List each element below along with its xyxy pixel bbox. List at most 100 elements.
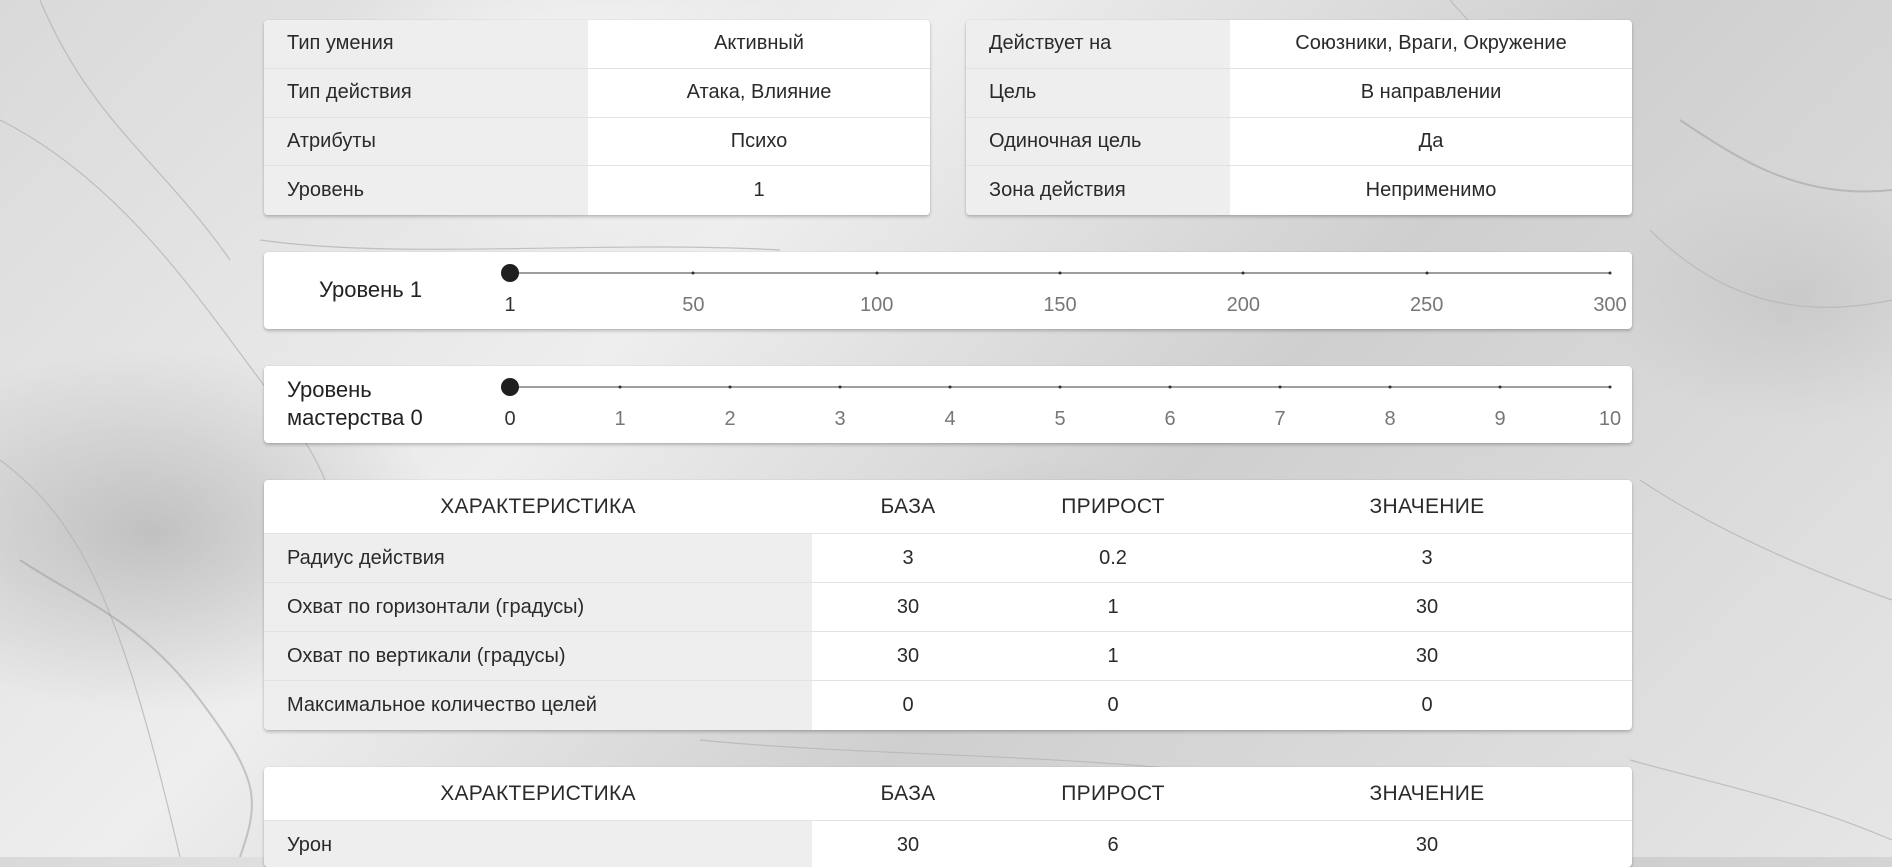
slider-tick-label: 100 [859,294,894,316]
slider-tick [1608,271,1612,275]
header-growth: ПРИРОСТ [1061,781,1165,805]
slider-tick-label: 3 [834,408,846,430]
header-base: БАЗА [880,781,936,805]
skill-type-row: Тип умения Активный [264,20,930,69]
stats-table-2: ХАРАКТЕРИСТИКА БАЗА ПРИРОСТ ЗНАЧЕНИЕ Уро… [264,767,1632,867]
slider-tick [1058,271,1062,275]
slider-tick-label: 7 [1274,408,1286,430]
header-value: ЗНАЧЕНИЕ [1369,781,1485,805]
stat-value: 30 [1415,595,1439,618]
stats-table-2-header: ХАРАКТЕРИСТИКА БАЗА ПРИРОСТ ЗНАЧЕНИЕ [264,767,1632,821]
stat-name: Максимальное количество целей [264,681,812,730]
stats-table-1: ХАРАКТЕРИСТИКА БАЗА ПРИРОСТ ЗНАЧЕНИЕ Рад… [264,480,1632,730]
stat-name: Охват по вертикали (градусы) [264,632,812,680]
slider-tick [1608,385,1612,389]
stat-value: 30 [1415,644,1439,667]
slider-tick [1168,385,1172,389]
level-label: Уровень [264,166,588,215]
stat-base: 30 [896,644,920,667]
slider-tick-label: 4 [944,408,956,430]
area-value: Неприменимо [1365,179,1497,202]
single-target-row: Одиночная цель Да [966,117,1632,167]
slider-tick [691,271,695,275]
level-row: Уровень 1 [264,166,930,215]
target-info-card: Действует на Союзники, Враги, Окружение … [966,20,1632,215]
attributes-row: Атрибуты Психо [264,117,930,167]
stat-base: 3 [902,546,914,569]
table-row: Радиус действия 3 0.2 3 [264,534,1632,583]
level-slider-label: Уровень 1 [319,277,423,302]
table-row: Урон 30 6 30 [264,821,1632,867]
slider-tick [728,385,732,389]
stat-name: Радиус действия [264,534,812,582]
single-target-value: Да [1418,129,1444,152]
slider-tick-label: 1 [504,294,516,316]
header-characteristic: ХАРАКТЕРИСТИКА [440,781,636,805]
affects-row: Действует на Союзники, Враги, Окружение [966,20,1632,69]
header-value: ЗНАЧЕНИЕ [1369,494,1485,518]
stat-base: 30 [896,595,920,618]
slider-tick-label: 9 [1494,408,1506,430]
slider-tick-label: 1 [614,408,626,430]
slider-tick-label: 6 [1164,408,1176,430]
action-type-value: Атака, Влияние [686,81,832,104]
stat-value: 3 [1421,546,1433,569]
slider-tick-label: 8 [1384,408,1396,430]
table-row: Охват по вертикали (градусы) 30 1 30 [264,632,1632,681]
skill-type-value: Активный [714,32,804,55]
stat-base: 30 [896,834,920,856]
table-row: Охват по горизонтали (градусы) 30 1 30 [264,583,1632,632]
stat-value: 30 [1415,834,1439,856]
stat-growth: 1 [1107,644,1119,667]
header-characteristic: ХАРАКТЕРИСТИКА [440,494,636,518]
skill-info-card: Тип умения Активный Тип действия Атака, … [264,20,930,215]
single-target-label: Одиночная цель [966,117,1230,166]
slider-tick-label: 2 [724,408,736,430]
mastery-label-line1: Уровень [287,377,372,402]
slider-tick [838,385,842,389]
slider-tick [1278,385,1282,389]
mastery-slider-card: Уровень мастерства 0 0 1 2 3 4 5 6 7 8 9 10 [264,366,1632,443]
stat-name: Урон [264,821,812,867]
target-value: В направлении [1360,81,1502,104]
stat-name: Охват по горизонтали (градусы) [264,583,812,631]
mastery-slider-label: Уровень мастерства 0 [287,376,423,432]
header-growth: ПРИРОСТ [1061,494,1165,518]
attributes-label: Атрибуты [264,117,588,166]
stat-value: 0 [1421,694,1433,716]
skill-type-label: Тип умения [264,20,588,68]
stat-growth: 0.2 [1099,546,1127,569]
slider-tick [1498,385,1502,389]
mastery-slider-thumb[interactable] [501,378,519,396]
target-row: Цель В направлении [966,68,1632,118]
area-row: Зона действия Неприменимо [966,166,1632,215]
affects-label: Действует на [966,20,1230,68]
action-type-label: Тип действия [264,68,588,117]
action-type-row: Тип действия Атака, Влияние [264,68,930,118]
slider-tick-label: 250 [1409,294,1444,316]
slider-tick [1241,271,1245,275]
slider-tick-label: 150 [1043,294,1077,316]
slider-tick [618,385,622,389]
slider-tick [1425,271,1429,275]
stat-growth: 0 [1107,694,1119,716]
level-slider-card: Уровень 1 1 50 100 150 200 250 300 [264,252,1632,329]
slider-tick [875,271,879,275]
slider-tick-label: 5 [1054,408,1066,430]
slider-tick-label: 50 [682,294,705,316]
affects-value: Союзники, Враги, Окружение [1295,32,1567,55]
mastery-label-line2: мастерства 0 [287,405,423,430]
stats-table-1-header: ХАРАКТЕРИСТИКА БАЗА ПРИРОСТ ЗНАЧЕНИЕ [264,480,1632,534]
stat-growth: 1 [1107,595,1119,618]
slider-tick [1388,385,1392,389]
target-label: Цель [966,68,1230,117]
level-value: 1 [753,179,765,202]
slider-tick-label: 300 [1593,294,1627,316]
slider-tick [948,385,952,389]
slider-tick-label: 200 [1226,294,1261,316]
stat-growth: 6 [1107,834,1119,856]
attributes-value: Психо [730,129,788,152]
slider-tick-label: 10 [1598,408,1622,430]
table-row: Максимальное количество целей 0 0 0 [264,681,1632,730]
level-slider-thumb[interactable] [501,264,519,282]
